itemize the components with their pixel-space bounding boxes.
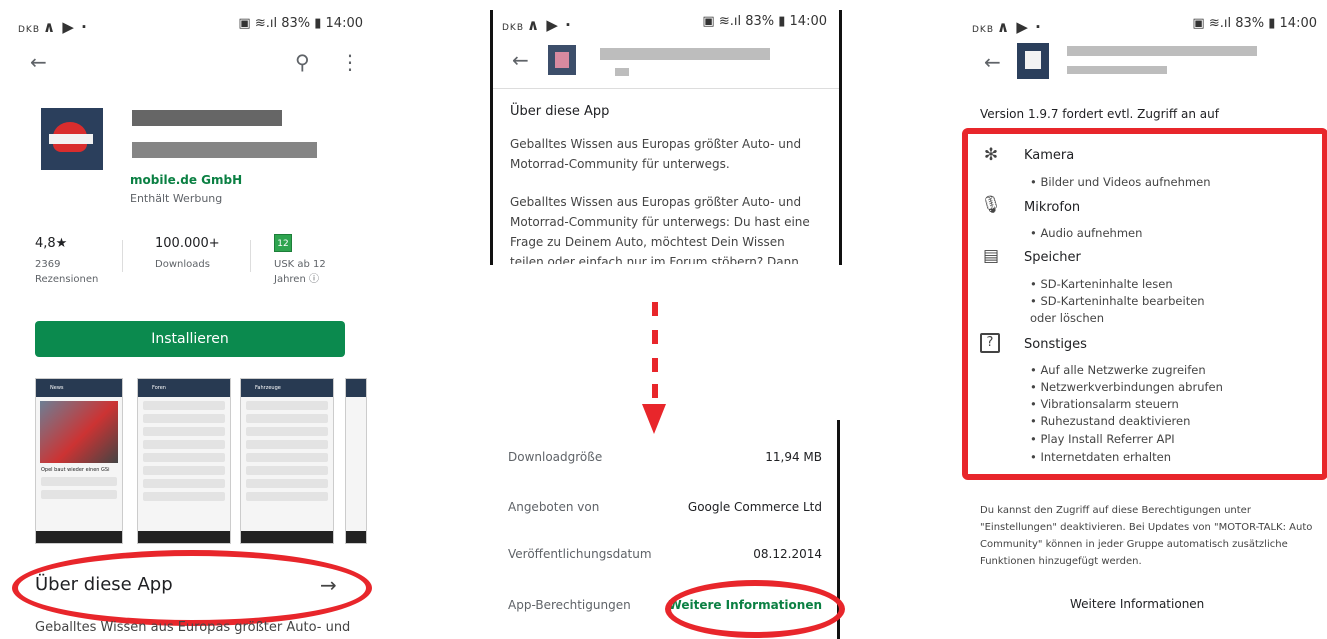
status-right: ▣ ≋.ıl 83% ▮ 14:00 (238, 16, 363, 31)
screenshot-thumbnail-partial[interactable] (345, 378, 367, 544)
app-icon-small (1017, 43, 1049, 79)
permission-item: • Bilder und Videos aufnehmen (1030, 175, 1211, 189)
permission-group-title: Mikrofon (1024, 200, 1081, 215)
permissions-label: App-Berechtigungen (508, 598, 631, 612)
back-arrow-icon[interactable]: ← (512, 50, 529, 70)
permission-item-continuation: oder löschen (1030, 311, 1104, 325)
screenshot-title: Fahrzeuge (241, 379, 333, 397)
stat-divider (122, 240, 123, 272)
status-bar: DKB ∧ ▶ · ▣ ≋.ıl 83% ▮ 14:00 (18, 14, 363, 36)
microphone-icon: 🎙 (980, 195, 1002, 215)
storage-icon: ▤ (982, 246, 1000, 266)
app-title-redacted (1067, 46, 1257, 56)
permission-item: • Audio aufnehmen (1030, 226, 1143, 240)
app-icon-small (548, 45, 576, 75)
more-options-icon[interactable]: ⋮ (340, 52, 360, 72)
version-note: Version 1.9.7 fordert evtl. Zugriff an a… (980, 107, 1219, 121)
rating-count: 2369 Rezensionen (35, 259, 99, 285)
app-store-listing-panel: DKB ∧ ▶ · ▣ ≋.ıl 83% ▮ 14:00 ← ⚲ ⋮ mobile… (0, 0, 380, 639)
permission-item: • SD-Karteninhalte bearbeiten (1030, 294, 1205, 308)
offered-by-label: Angeboten von (508, 500, 600, 514)
screenshot-headline: Opel baut wieder einen GSi (41, 467, 110, 473)
back-arrow-icon[interactable]: ← (984, 52, 1001, 72)
screenshot-title: Foren (138, 379, 230, 397)
carrier-label: DKB ∧ ▶ · (502, 16, 572, 34)
status-right: ▣ ≋.ıl 83% ▮ 14:00 (702, 14, 827, 29)
downloads-value: 100.000+ (155, 236, 220, 251)
permission-item: • SD-Karteninhalte lesen (1030, 277, 1173, 291)
app-icon (41, 108, 103, 170)
app-subtitle-redacted (132, 142, 317, 158)
screenshot-car-image (40, 401, 118, 463)
permission-group-title: Speicher (1024, 250, 1081, 265)
release-date-value: 08.12.2014 (753, 547, 822, 561)
stat-divider (250, 240, 251, 272)
description-short: Geballtes Wissen aus Europas größter Aut… (510, 137, 802, 171)
app-title-redacted (132, 110, 282, 126)
developer-link[interactable]: mobile.de GmbH (130, 173, 242, 187)
permission-group-title: Sonstiges (1024, 337, 1087, 352)
install-button[interactable]: Installieren (35, 321, 345, 357)
downloads-label: Downloads (155, 259, 210, 270)
permission-group-title: Kamera (1024, 148, 1075, 163)
app-subtitle-redacted (1067, 66, 1167, 74)
question-box-icon: ? (980, 333, 1000, 353)
flow-arrow-dash (652, 358, 658, 372)
back-arrow-icon[interactable]: ← (30, 52, 47, 72)
status-bar: DKB ∧ ▶ · ▣ ≋.ıl 83% ▮ 14:00 (972, 14, 1317, 36)
flow-arrow-dash (652, 330, 658, 344)
permission-item: • Ruhezustand deaktivieren (1030, 414, 1191, 428)
camera-icon: ✻ (983, 145, 999, 165)
flow-arrow-dash (652, 302, 658, 316)
screenshot-title: News (36, 379, 122, 397)
description-snippet: Geballtes Wissen aus Europas größter Aut… (35, 620, 351, 635)
permission-item: • Play Install Referrer API (1030, 432, 1175, 446)
screenshot-thumbnail[interactable]: Fahrzeuge (240, 378, 334, 544)
permission-item: • Netzwerkverbindungen abrufen (1030, 380, 1223, 394)
app-title-redacted (600, 48, 770, 60)
carrier-label: DKB ∧ ▶ · (18, 18, 88, 36)
download-size-value: 11,94 MB (765, 450, 822, 464)
offered-by-value: Google Commerce Ltd (687, 500, 822, 514)
permissions-footer-note: Du kannst den Zugriff auf diese Berechti… (980, 505, 1313, 567)
download-size-label: Downloadgröße (508, 450, 603, 464)
screenshot-thumbnail[interactable]: News Opel baut wieder einen GSi (35, 378, 123, 544)
permissions-panel: DKB ∧ ▶ · ▣ ≋.ıl 83% ▮ 14:00 ← Version 1.… (962, 0, 1327, 639)
description-long: Geballtes Wissen aus Europas größter Aut… (510, 195, 810, 264)
highlight-oval (12, 550, 372, 626)
ads-notice: Enthält Werbung (130, 192, 223, 205)
flow-arrow-dash (652, 384, 658, 398)
release-date-label: Veröffentlichungsdatum (508, 547, 652, 561)
flow-arrow-head (642, 404, 666, 434)
app-subtitle-redacted (615, 68, 629, 76)
more-info-link[interactable]: Weitere Informationen (1070, 597, 1204, 611)
rating-value: 4,8★ (35, 236, 68, 251)
usk-badge: 12 (274, 234, 292, 252)
permission-item: • Auf alle Netzwerke zugreifen (1030, 363, 1206, 377)
screen-edge (839, 10, 842, 265)
screenshot-thumbnail[interactable]: Foren (137, 378, 231, 544)
carrier-label: DKB ∧ ▶ · (972, 18, 1042, 36)
search-icon[interactable]: ⚲ (295, 52, 310, 72)
usk-label[interactable]: USK ab 12 Jahren ⓘ (274, 257, 334, 287)
about-app-heading: Über diese App (510, 104, 610, 119)
about-app-panel: DKB ∧ ▶ · ▣ ≋.ıl 83% ▮ 14:00 ← Über diese… (490, 0, 845, 639)
permission-item: • Vibrationsalarm steuern (1030, 397, 1179, 411)
screen-edge (490, 10, 493, 265)
highlight-oval (665, 580, 845, 638)
header-divider (493, 88, 839, 89)
status-right: ▣ ≋.ıl 83% ▮ 14:00 (1192, 16, 1317, 31)
status-bar: DKB ∧ ▶ · ▣ ≋.ıl 83% ▮ 14:00 (502, 12, 827, 34)
permission-item: • Internetdaten erhalten (1030, 450, 1171, 464)
